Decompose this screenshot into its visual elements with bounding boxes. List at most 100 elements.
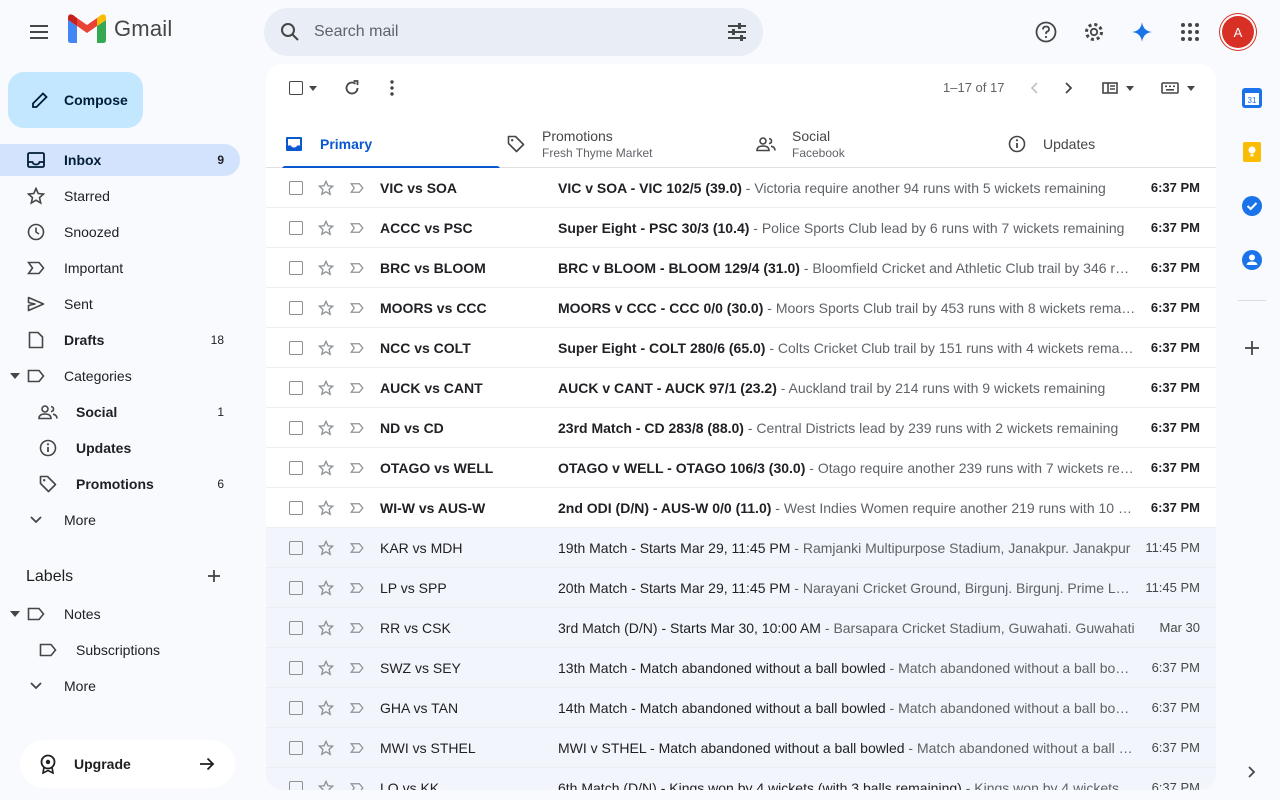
settings-button[interactable] <box>1074 12 1114 52</box>
sidebar-item-sent[interactable]: Sent <box>0 288 240 320</box>
row-checkbox[interactable] <box>289 300 303 315</box>
apps-button[interactable] <box>1170 12 1210 52</box>
email-row[interactable]: ACCC vs PSC Super Eight - PSC 30/3 (10.4)… <box>266 208 1216 248</box>
importance-marker-icon[interactable] <box>350 341 364 355</box>
sidebar-item-social[interactable]: Social 1 <box>0 396 240 428</box>
search-bar[interactable] <box>264 8 763 56</box>
email-row[interactable]: VIC vs SOA VIC v SOA - VIC 102/5 (39.0) -… <box>266 168 1216 208</box>
importance-marker-icon[interactable] <box>350 781 364 790</box>
row-checkbox[interactable] <box>289 180 303 195</box>
email-row[interactable]: AUCK vs CANT AUCK v CANT - AUCK 97/1 (23.… <box>266 368 1216 408</box>
email-row[interactable]: MOORS vs CCC MOORS v CCC - CCC 0/0 (30.0)… <box>266 288 1216 328</box>
star-icon[interactable] <box>318 499 334 516</box>
importance-marker-icon[interactable] <box>350 501 364 515</box>
star-icon[interactable] <box>318 699 334 716</box>
get-addons-button[interactable] <box>1238 334 1266 362</box>
caret-down-icon[interactable] <box>9 370 21 382</box>
star-icon[interactable] <box>318 779 334 790</box>
importance-marker-icon[interactable] <box>350 261 364 275</box>
newer-button[interactable] <box>1014 68 1054 108</box>
support-button[interactable] <box>1026 12 1066 52</box>
email-row[interactable]: LP vs SPP 20th Match - Starts Mar 29, 11:… <box>266 568 1216 608</box>
star-icon[interactable] <box>318 739 334 756</box>
gmail-logo[interactable]: Gmail <box>68 14 172 43</box>
row-checkbox[interactable] <box>289 260 303 275</box>
refresh-button[interactable] <box>332 68 372 108</box>
email-row[interactable]: RR vs CSK 3rd Match (D/N) - Starts Mar 30… <box>266 608 1216 648</box>
row-checkbox[interactable] <box>289 500 303 515</box>
row-checkbox[interactable] <box>289 340 303 355</box>
sidebar-item-notes[interactable]: Notes <box>0 598 240 630</box>
row-checkbox[interactable] <box>289 220 303 235</box>
tasks-app-button[interactable] <box>1238 192 1266 220</box>
row-checkbox[interactable] <box>289 780 303 790</box>
star-icon[interactable] <box>318 179 334 196</box>
sidebar-item-more[interactable]: More <box>0 504 240 536</box>
main-menu-button[interactable] <box>20 12 60 52</box>
tab-promotions[interactable]: Promotions Fresh Thyme Market <box>506 120 652 168</box>
importance-marker-icon[interactable] <box>350 461 364 475</box>
row-checkbox[interactable] <box>289 420 303 435</box>
sidebar-item-important[interactable]: Important <box>0 252 240 284</box>
importance-marker-icon[interactable] <box>350 621 364 635</box>
show-side-panel-button[interactable] <box>1238 758 1266 786</box>
email-row[interactable]: NCC vs COLT Super Eight - COLT 280/6 (65.… <box>266 328 1216 368</box>
star-icon[interactable] <box>318 659 334 676</box>
sidebar-item-promotions[interactable]: Promotions 6 <box>0 468 240 500</box>
keep-app-button[interactable] <box>1238 138 1266 166</box>
email-row[interactable]: SWZ vs SEY 13th Match - Match abandoned w… <box>266 648 1216 688</box>
star-icon[interactable] <box>318 259 334 276</box>
importance-marker-icon[interactable] <box>350 181 364 195</box>
star-icon[interactable] <box>318 299 334 316</box>
email-row[interactable]: ND vs CD 23rd Match - CD 283/8 (88.0) - C… <box>266 408 1216 448</box>
calendar-app-button[interactable]: 31 <box>1238 84 1266 112</box>
tab-primary[interactable]: Primary <box>282 120 500 169</box>
select-all-button[interactable] <box>280 68 326 108</box>
importance-marker-icon[interactable] <box>350 221 364 235</box>
email-row[interactable]: GHA vs TAN 14th Match - Match abandoned w… <box>266 688 1216 728</box>
row-checkbox[interactable] <box>289 580 303 595</box>
star-icon[interactable] <box>318 619 334 636</box>
sidebar-item-updates[interactable]: Updates <box>0 432 240 464</box>
star-icon[interactable] <box>318 459 334 476</box>
row-checkbox[interactable] <box>289 700 303 715</box>
row-checkbox[interactable] <box>289 620 303 635</box>
importance-marker-icon[interactable] <box>350 301 364 315</box>
compose-button[interactable]: Compose <box>8 72 143 128</box>
row-checkbox[interactable] <box>289 460 303 475</box>
email-row[interactable]: LQ vs KK 6th Match (D/N) - Kings won by 4… <box>266 768 1216 790</box>
importance-marker-icon[interactable] <box>350 581 364 595</box>
sidebar-item-categories[interactable]: Categories <box>0 360 240 392</box>
email-row[interactable]: WI-W vs AUS-W 2nd ODI (D/N) - AUS-W 0/0 (… <box>266 488 1216 528</box>
gemini-button[interactable] <box>1122 12 1162 52</box>
row-checkbox[interactable] <box>289 660 303 675</box>
search-input[interactable] <box>314 23 713 41</box>
contacts-app-button[interactable] <box>1238 246 1266 274</box>
sidebar-item-drafts[interactable]: Drafts 18 <box>0 324 240 356</box>
importance-marker-icon[interactable] <box>350 661 364 675</box>
older-button[interactable] <box>1049 68 1089 108</box>
more-actions-button[interactable] <box>372 68 412 108</box>
input-tools-button[interactable] <box>1154 68 1202 108</box>
search-icon[interactable] <box>266 8 314 56</box>
search-options-icon[interactable] <box>713 8 761 56</box>
importance-marker-icon[interactable] <box>350 381 364 395</box>
star-icon[interactable] <box>318 579 334 596</box>
account-avatar[interactable]: A <box>1222 16 1254 48</box>
email-row[interactable]: MWI vs STHEL MWI v STHEL - Match abandone… <box>266 728 1216 768</box>
upgrade-button[interactable]: Upgrade <box>20 740 235 788</box>
sidebar-item-starred[interactable]: Starred <box>0 180 240 212</box>
sidebar-item-subscriptions[interactable]: Subscriptions <box>0 634 240 666</box>
importance-marker-icon[interactable] <box>350 421 364 435</box>
importance-marker-icon[interactable] <box>350 701 364 715</box>
split-pane-button[interactable] <box>1094 68 1142 108</box>
sidebar-item-labels-more[interactable]: More <box>0 670 240 702</box>
email-row[interactable]: KAR vs MDH 19th Match - Starts Mar 29, 11… <box>266 528 1216 568</box>
star-icon[interactable] <box>318 539 334 556</box>
star-icon[interactable] <box>318 379 334 396</box>
importance-marker-icon[interactable] <box>350 741 364 755</box>
row-checkbox[interactable] <box>289 540 303 555</box>
star-icon[interactable] <box>318 339 334 356</box>
email-row[interactable]: OTAGO vs WELL OTAGO v WELL - OTAGO 106/3 … <box>266 448 1216 488</box>
tab-social[interactable]: Social Facebook <box>756 120 845 168</box>
